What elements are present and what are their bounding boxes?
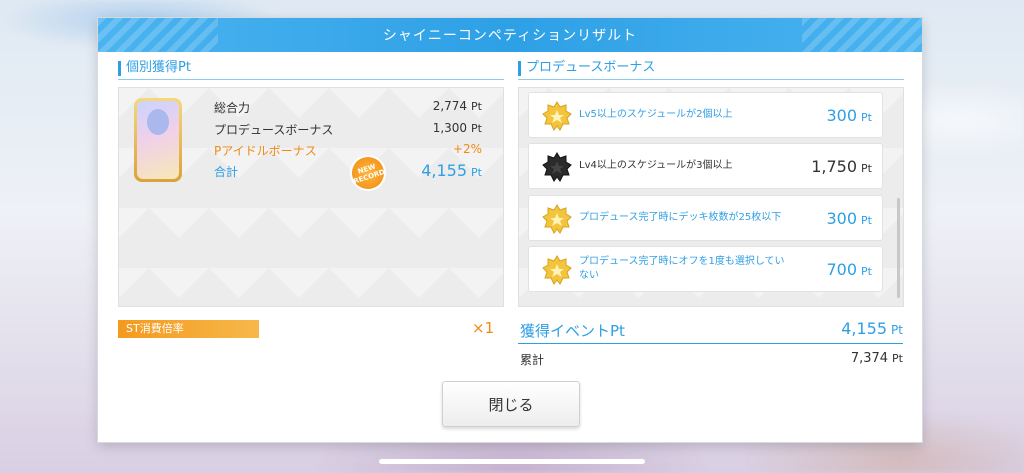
row-value: 1,300 Pt <box>432 121 482 135</box>
row-value: 2,774 Pt <box>432 99 482 113</box>
bonus-value: 700 Pt <box>826 260 873 279</box>
event-pt-value: 4,155 Pt <box>841 319 903 338</box>
event-pt-row: 獲得イベントPt 4,155 Pt <box>518 318 903 344</box>
bonus-value: 300 Pt <box>826 209 873 228</box>
close-button[interactable]: 閉じる <box>442 381 580 427</box>
dialog-title: シャイニーコンペティションリザルト <box>98 18 922 52</box>
event-pt-label: 獲得イベントPt <box>520 322 625 340</box>
bonus-text: プロデュース完了時にデッキ枚数が25枚以下 <box>579 212 782 223</box>
bonus-value: 300 Pt <box>826 106 873 125</box>
row-sum: 合計 4,155 Pt <box>214 161 482 181</box>
bonus-text: Lv4以上のスケジュールが3個以上 <box>579 160 733 171</box>
bonus-item: Lv5以上のスケジュールが2個以上 300 Pt <box>528 92 883 138</box>
row-produce-bonus: プロデュースボーナス 1,300 Pt <box>214 119 482 139</box>
row-label: 合計 <box>214 165 239 179</box>
scrollbar[interactable] <box>897 198 900 298</box>
row-label: 総合力 <box>214 101 251 115</box>
row-label: Pアイドルボーナス <box>214 144 317 158</box>
bonus-value: 1,750 Pt <box>811 157 872 176</box>
produce-bonus-header: プロデュースボーナス <box>518 58 904 80</box>
individual-pt-header: 個別獲得Pt <box>118 58 504 80</box>
cumulative-row: 累計 7,374 Pt <box>518 351 903 371</box>
gold-star-medal-icon <box>542 255 572 285</box>
row-label: プロデュースボーナス <box>214 123 334 137</box>
gold-star-medal-icon <box>542 204 572 234</box>
st-rate-label: ST消費倍率 <box>118 320 259 338</box>
bonus-item: プロデュース完了時にデッキ枚数が25枚以下 300 Pt <box>528 195 883 241</box>
row-p-idol-bonus: Pアイドルボーナス +2% <box>214 140 482 160</box>
row-value: 4,155 Pt <box>421 161 482 180</box>
home-indicator[interactable] <box>379 459 645 464</box>
gold-star-medal-icon <box>542 101 572 131</box>
bonus-text: Lv5以上のスケジュールが2個以上 <box>579 109 733 120</box>
produce-bonus-list[interactable]: Lv5以上のスケジュールが2個以上 300 Pt Lv4以上のスケジュールが3個以… <box>518 87 904 307</box>
cumulative-label: 累計 <box>520 353 545 367</box>
bonus-item: プロデュース完了時にオフを1度も選択していない 700 Pt <box>528 246 883 292</box>
bonus-text: プロデュース完了時にオフを1度も選択していない <box>579 256 785 281</box>
cumulative-value: 7,374 Pt <box>850 351 903 366</box>
st-rate-value: ×1 <box>472 319 495 337</box>
bonus-item: Lv4以上のスケジュールが3個以上 1,750 Pt <box>528 143 883 189</box>
individual-pt-panel: 総合力 2,774 Pt プロデュースボーナス 1,300 Pt Pアイドルボーナス… <box>118 87 504 307</box>
row-value: +2% <box>452 142 482 156</box>
idol-card-image <box>137 101 179 179</box>
idol-card-frame <box>134 98 182 182</box>
row-total-power: 総合力 2,774 Pt <box>214 97 482 117</box>
result-dialog: シャイニーコンペティションリザルト 個別獲得Pt 総合力 2,774 Pt プロデ… <box>98 18 922 442</box>
dark-star-medal-icon <box>542 152 572 182</box>
